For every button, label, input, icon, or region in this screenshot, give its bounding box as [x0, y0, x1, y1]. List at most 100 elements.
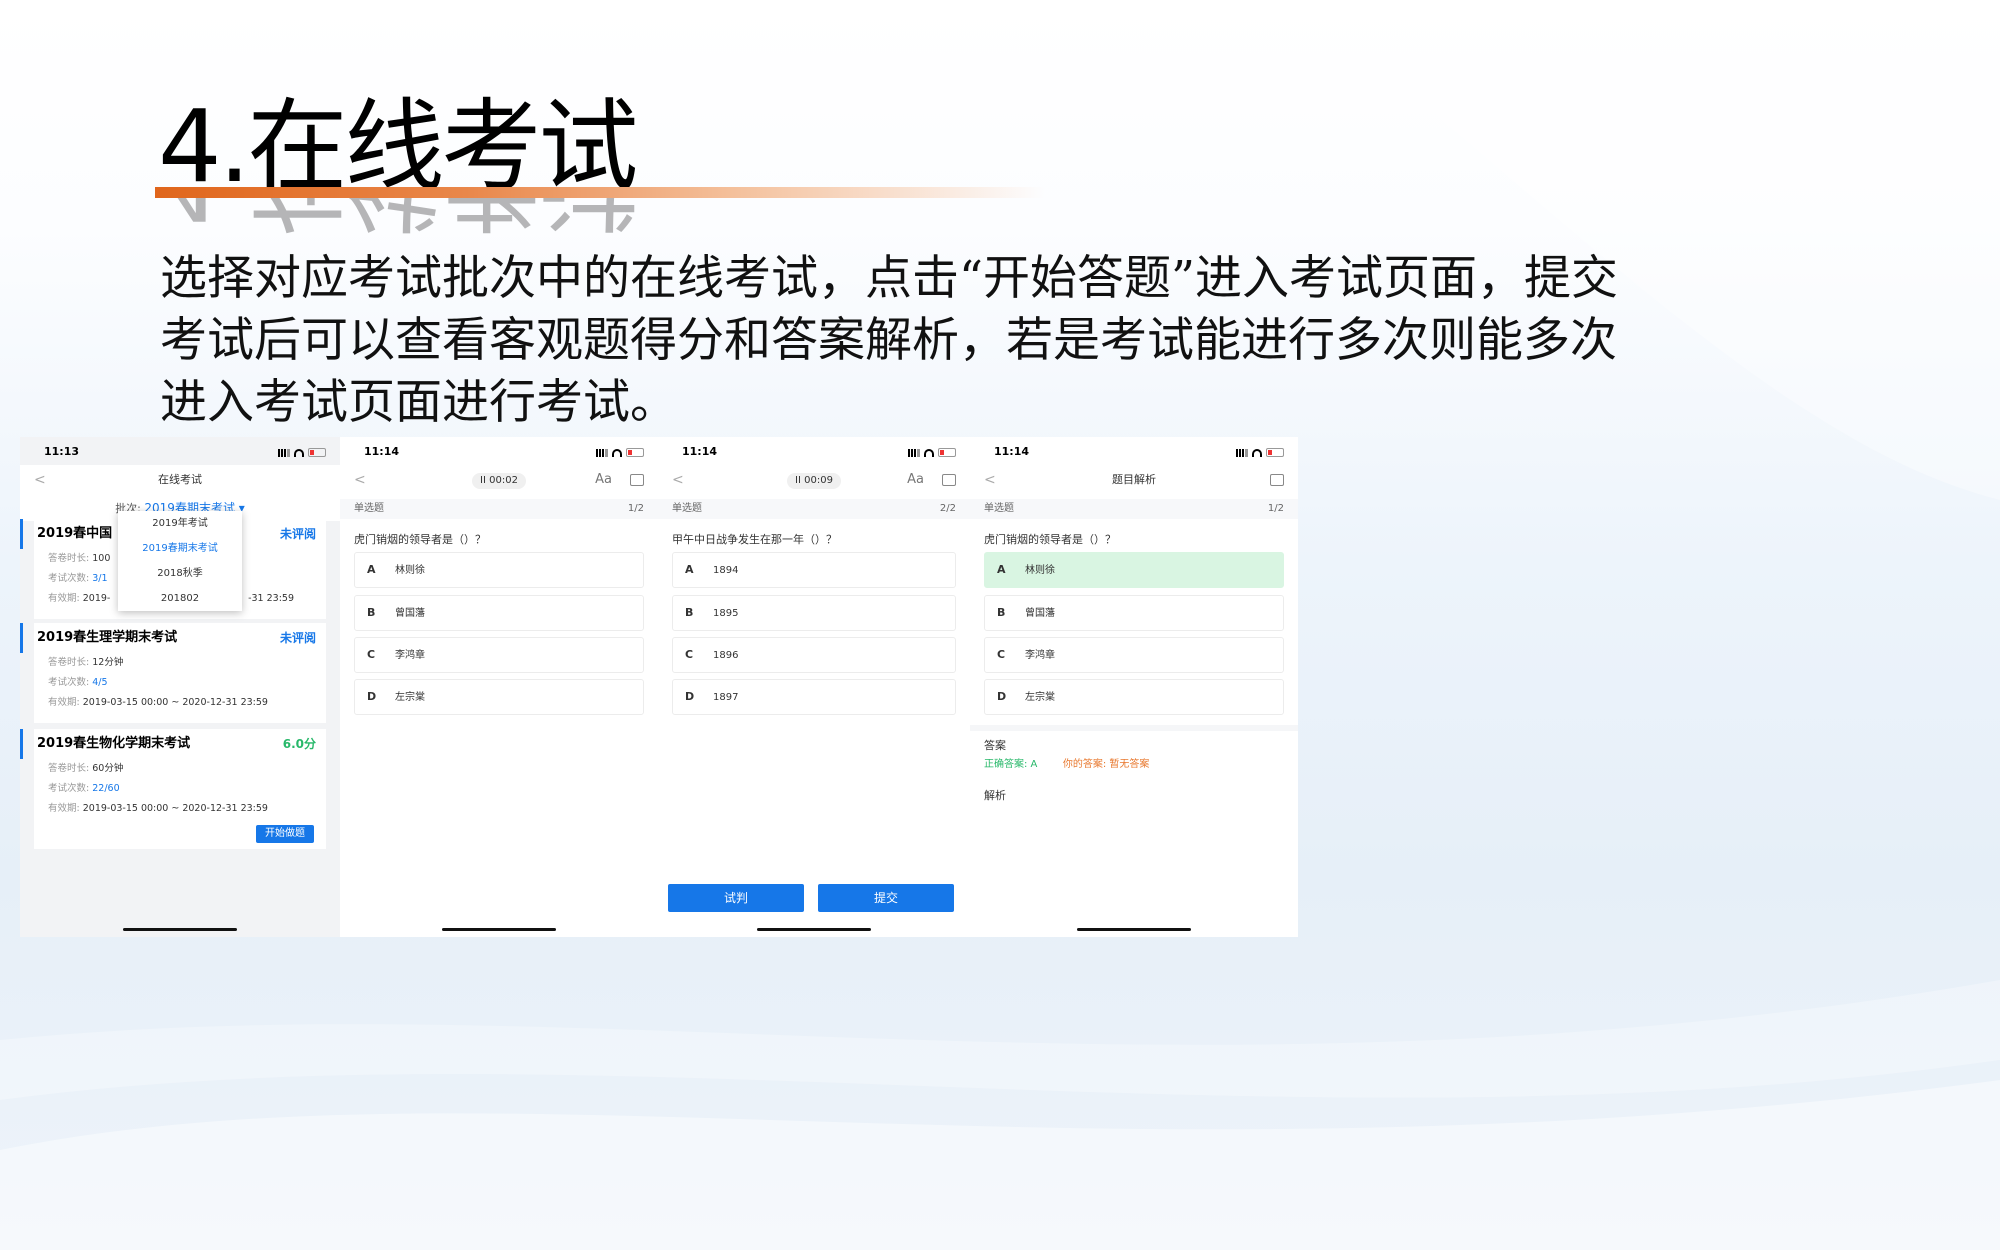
status-time: 11:13 [44, 445, 80, 458]
batch-dropdown: 2019年考试 2019春期末考试 2018秋季 201802 [118, 511, 242, 611]
question-number: 1/2 [1267, 503, 1284, 514]
screenshot-exam-list: 11:13 < 在线考试 批次: 2019春期末考试 ▾ 2019年考试 201… [20, 437, 340, 937]
valid-label: 有效期: [48, 593, 80, 604]
status-time: 11:14 [682, 445, 718, 458]
question-number: 1/2 [627, 503, 644, 514]
valid-value: 2019-03-15 00:00 ~ 2020-12-31 23:59 [82, 697, 268, 708]
option-a[interactable]: A 1894 [672, 552, 956, 588]
question-text: 甲午中日战争发生在那一年（）？ [672, 533, 837, 546]
dropdown-option[interactable]: 201802 [118, 586, 242, 611]
screenshot-question-1: 11:14 < II 00:02 Aa 单选题 1/2 虎门销烟的领导者是（）？ … [340, 437, 658, 937]
back-icon[interactable]: < [672, 465, 684, 495]
signal-icon [1236, 448, 1248, 457]
nav-bar: < 在线考试 [20, 465, 340, 495]
home-indicator [1077, 928, 1191, 931]
correct-answer: 正确答案: A [984, 759, 1038, 770]
duration-value: 60分钟 [92, 763, 124, 774]
option-b: B 曾国藩 [984, 595, 1284, 631]
signal-icon [596, 448, 608, 457]
valid-value: 2019-03-15 00:00 ~ 2020-12-31 23:59 [82, 803, 268, 814]
valid-label: 有效期: [48, 803, 80, 814]
screenshot-question-analysis: 11:14 < 题目解析 单选题 1/2 虎门销烟的领导者是（）？ A 林则徐 B曾… [970, 437, 1298, 937]
wifi-icon [924, 448, 934, 457]
answer-card-icon[interactable] [630, 474, 644, 486]
exam-status: 未评阅 [279, 527, 316, 541]
option-b[interactable]: B 曾国藩 [354, 595, 644, 631]
duration-label: 答卷时长: [48, 763, 90, 774]
duration-value: 100 [92, 553, 111, 564]
divider [970, 725, 1298, 731]
answer-heading: 答案 [984, 739, 1006, 752]
dropdown-option[interactable]: 2018秋季 [118, 561, 242, 586]
try-judge-button[interactable]: 试判 [668, 884, 804, 912]
home-indicator [757, 928, 871, 931]
wifi-icon [294, 448, 304, 457]
attempts-label: 考试次数: [48, 677, 90, 688]
status-bar: 11:14 [340, 445, 658, 461]
title-underline [155, 187, 1045, 198]
attempts-value: 22/60 [92, 783, 120, 794]
battery-icon [1266, 448, 1284, 457]
home-indicator [123, 928, 237, 931]
timer[interactable]: II 00:09 [787, 473, 841, 489]
answer-detail: 正确答案: A 你的答案: 暂无答案 [984, 755, 1149, 770]
dropdown-option[interactable]: 2019年考试 [118, 511, 242, 536]
submit-button[interactable]: 提交 [818, 884, 954, 912]
duration-label: 答卷时长: [48, 657, 90, 668]
wifi-icon [612, 448, 622, 457]
slide-title: 4.在线考试 [158, 88, 638, 205]
status-bar: 11:14 [970, 445, 1298, 461]
question-number: 2/2 [939, 503, 956, 514]
question-type: 单选题 [672, 503, 702, 514]
nav-title: 题目解析 [1112, 473, 1156, 486]
question-type: 单选题 [354, 503, 384, 514]
exam-status: 未评阅 [279, 631, 316, 645]
status-bar: 11:14 [658, 445, 970, 461]
question-text: 虎门销烟的领导者是（）？ [984, 533, 1116, 546]
option-d[interactable]: D 1897 [672, 679, 956, 715]
attempts-value: 4/5 [92, 677, 108, 688]
back-icon[interactable]: < [354, 465, 366, 495]
slide-description: 选择对应考试批次中的在线考试，点击“开始答题”进入考试页面，提交考试后可以查看客… [160, 251, 1619, 430]
status-bar: 11:13 [20, 445, 340, 461]
question-text: 虎门销烟的领导者是（）？ [354, 533, 486, 546]
option-d[interactable]: D 左宗棠 [354, 679, 644, 715]
analysis-heading: 解析 [984, 789, 1006, 802]
font-size-button[interactable]: Aa [595, 465, 612, 495]
signal-icon [278, 448, 290, 457]
attempts-value: 3/1 [92, 573, 108, 584]
start-exam-button[interactable]: 开始做题 [256, 825, 314, 843]
exam-card[interactable]: 2019春生理学期末考试 未评阅 答卷时长: 12分钟 考试次数: 4/5 有效期… [20, 623, 326, 723]
attempts-label: 考试次数: [48, 783, 90, 794]
question-type-bar: 单选题 1/2 [340, 499, 658, 519]
exam-card[interactable]: 2019春生物化学期末考试 6.0分 答卷时长: 60分钟 考试次数: 22/60… [20, 729, 326, 849]
nav-title: 在线考试 [158, 473, 202, 486]
option-d: D 左宗棠 [984, 679, 1284, 715]
question-type: 单选题 [984, 503, 1014, 514]
font-size-button[interactable]: Aa [907, 465, 924, 495]
signal-icon [908, 448, 920, 457]
timer[interactable]: II 00:02 [472, 473, 526, 489]
option-a-correct: A 林则徐 [984, 552, 1284, 588]
dropdown-option-selected[interactable]: 2019春期末考试 [118, 536, 242, 561]
screenshot-question-2: 11:14 < II 00:09 Aa 单选题 2/2 甲午中日战争发生在那一年（… [658, 437, 970, 937]
status-time: 11:14 [994, 445, 1030, 458]
option-c[interactable]: C 1896 [672, 637, 956, 673]
exam-title: 2019春中国 [37, 526, 113, 541]
nav-bar: < II 00:09 Aa [658, 465, 970, 495]
option-a[interactable]: A 林则徐 [354, 552, 644, 588]
back-icon[interactable]: < [984, 465, 996, 495]
option-c[interactable]: C 李鸿章 [354, 637, 644, 673]
answer-card-icon[interactable] [942, 474, 956, 486]
option-b[interactable]: B 1895 [672, 595, 956, 631]
valid-value-tail: -31 23:59 [248, 593, 294, 604]
back-icon[interactable]: < [34, 465, 46, 495]
question-type-bar: 单选题 2/2 [658, 499, 970, 519]
home-indicator [442, 928, 556, 931]
question-type-bar: 单选题 1/2 [970, 499, 1298, 519]
exam-title: 2019春生理学期末考试 [37, 630, 178, 645]
answer-card-icon[interactable] [1270, 474, 1284, 486]
wifi-icon [1252, 448, 1262, 457]
your-answer: 你的答案: 暂无答案 [1062, 759, 1150, 770]
nav-bar: < II 00:02 Aa [340, 465, 658, 495]
